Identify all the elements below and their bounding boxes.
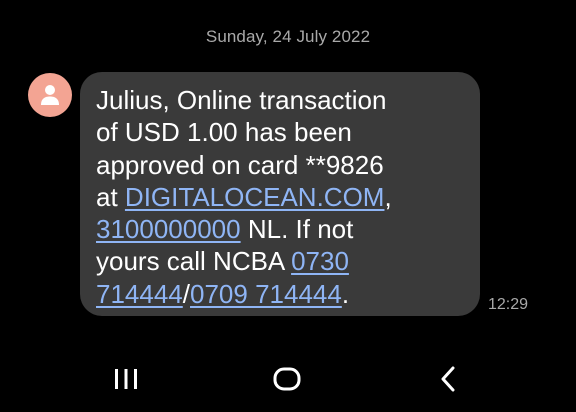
phone-link-1-part1[interactable]: 0730 xyxy=(291,246,349,276)
message-line: of USD 1.00 has been xyxy=(96,117,352,148)
message-line: 714444/0709 714444. xyxy=(96,278,470,310)
message-timestamp: 12:29 xyxy=(488,296,529,313)
sender-avatar[interactable] xyxy=(28,73,72,117)
domain-link[interactable]: DIGITALOCEAN.COM xyxy=(125,182,385,212)
number-link[interactable]: 3100000000 xyxy=(96,214,241,244)
message-line: at DIGITALOCEAN.COM, xyxy=(96,181,470,213)
message-line: Julius, Online transaction xyxy=(96,85,387,115)
home-icon xyxy=(273,367,301,391)
recent-apps-icon xyxy=(115,369,137,389)
home-button[interactable] xyxy=(257,346,317,412)
back-icon xyxy=(441,366,455,392)
message-line: 3100000000 NL. If not xyxy=(96,213,470,245)
back-button[interactable] xyxy=(418,346,478,412)
date-header: Sunday, 24 July 2022 xyxy=(205,27,371,46)
phone-link-2[interactable]: 0709 714444 xyxy=(190,279,342,309)
message-line: approved on card **9826 xyxy=(96,149,384,180)
message-text-fragment: , xyxy=(384,181,392,212)
navigation-bar xyxy=(0,346,576,412)
message-line: yours call NCBA 0730 xyxy=(96,245,470,277)
phone-link-1-part2[interactable]: 714444 xyxy=(96,279,183,309)
message-text-fragment: at xyxy=(96,181,125,212)
message-text: Julius, Online transaction of USD 1.00 h… xyxy=(96,84,470,310)
recent-apps-button[interactable] xyxy=(96,346,156,412)
message-text-fragment: . xyxy=(341,278,350,309)
person-icon xyxy=(41,85,59,105)
message-text-fragment: yours call NCBA xyxy=(96,246,292,277)
phone-separator: / xyxy=(182,278,190,309)
message-text-fragment: NL. If not xyxy=(240,214,354,245)
message-bubble[interactable]: Julius, Online transaction of USD 1.00 h… xyxy=(80,72,480,316)
